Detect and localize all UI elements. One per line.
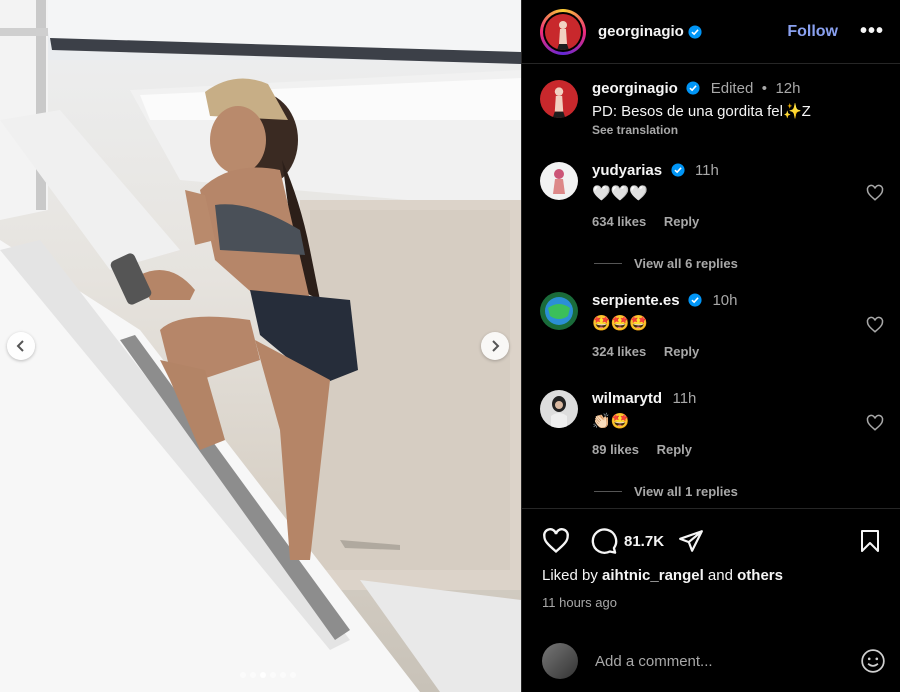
heart-icon[interactable] [866,316,884,334]
liked-by-others[interactable]: others [737,567,783,584]
comment-time: 11h [694,162,719,179]
comment-avatar[interactable] [540,390,578,428]
post-photo [0,0,521,692]
carousel-dots [240,672,296,678]
verified-badge-icon [688,24,702,39]
comments-list[interactable]: georginagio Edited • 12h PD: Besos de un… [522,64,900,508]
more-options-icon[interactable]: ••• [860,20,884,43]
chevron-left-icon [16,340,24,352]
add-comment-input[interactable]: Add a comment... [595,653,860,670]
comment-icon[interactable] [590,527,618,555]
author-avatar[interactable] [540,8,586,55]
comment-text: 🤩🤩🤩 [592,314,649,332]
bookmark-icon[interactable] [858,528,882,554]
comment-time: 11h [672,390,697,407]
previous-slide-button[interactable] [7,332,35,360]
carousel-dot [260,672,266,678]
caption-text: PD: Besos de una gordita fel✨Z [592,103,811,120]
liked-by-user[interactable]: aihtnic_rangel [602,567,704,584]
avatar-figure-icon [552,87,566,118]
comment-avatar[interactable] [540,162,578,200]
comment-likes[interactable]: 634 likes [592,214,646,229]
comment-item: serpiente.es 10h 🤩🤩🤩 324 likes Reply [540,292,884,359]
carousel-dot [270,672,276,678]
comment-item: wilmarytd 11h 👏🏻🤩 89 likes Reply [540,390,884,457]
avatar-globe-icon [545,297,573,325]
comment-username[interactable]: wilmarytd [592,390,662,407]
comment-time: 10h [712,292,738,309]
post-panel: georginagio Follow ••• georginagio Edite… [521,0,900,692]
verified-badge-icon [670,163,685,177]
reply-button[interactable]: Reply [657,442,692,457]
post-header: georginagio Follow ••• [522,0,900,64]
caption-time: 12h [775,80,801,97]
action-bar: 81.7K [542,527,882,555]
replies-divider [594,491,622,492]
caption-username[interactable]: georginagio [592,80,678,97]
chevron-right-icon [492,340,500,352]
comment-username[interactable]: yudyarias [592,162,662,179]
liked-by-and: and [707,567,733,584]
share-icon[interactable] [678,528,704,554]
carousel-dot [280,672,286,678]
carousel-dot [290,672,296,678]
avatar-figure-icon [553,169,565,194]
caption-row: georginagio Edited • 12h PD: Besos de un… [540,80,884,137]
comment-likes[interactable]: 324 likes [592,344,646,359]
comment-item: yudyarias 11h 🤍🤍🤍 634 likes Reply [540,162,884,229]
meta-separator: • [761,80,768,97]
author-username[interactable]: georginagio [598,23,684,40]
avatar-figure-icon [557,20,569,50]
view-replies-label: View all 6 replies [634,256,738,271]
liked-by-text: Liked by aihtnic_rangel and others [542,567,783,584]
comment-text: 🤍🤍🤍 [592,184,649,202]
edited-label: Edited [710,80,754,97]
view-replies-label: View all 1 replies [634,484,738,499]
caption-avatar[interactable] [540,80,578,118]
liked-by-prefix: Liked by [542,567,598,584]
reply-button[interactable]: Reply [664,344,699,359]
see-translation-link[interactable]: See translation [592,123,884,137]
post-footer: 81.7K Liked by aihtnic_rangel and others… [522,508,900,692]
post-timestamp[interactable]: 11 hours ago [542,595,617,610]
follow-button[interactable]: Follow [787,23,838,41]
comment-username[interactable]: serpiente.es [592,292,680,309]
comment-likes[interactable]: 89 likes [592,442,639,457]
carousel-dot [250,672,256,678]
post-media[interactable] [0,0,521,692]
next-slide-button[interactable] [481,332,509,360]
heart-icon[interactable] [866,184,884,202]
comment-avatar[interactable] [540,292,578,330]
view-replies-link[interactable]: View all 1 replies [594,484,738,499]
emoji-icon[interactable] [860,648,886,674]
like-heart-icon[interactable] [542,527,570,555]
view-replies-link[interactable]: View all 6 replies [594,256,738,271]
reply-button[interactable]: Reply [664,214,699,229]
current-user-avatar [542,643,578,679]
verified-badge-icon [686,81,700,95]
replies-divider [594,263,622,264]
verified-badge-icon [688,293,702,307]
comment-text: 👏🏻🤩 [592,412,630,430]
carousel-dot [240,672,246,678]
avatar-figure-icon [551,396,567,428]
add-comment-row: Add a comment... [542,641,886,681]
comment-count: 81.7K [624,532,665,550]
heart-icon[interactable] [866,414,884,432]
